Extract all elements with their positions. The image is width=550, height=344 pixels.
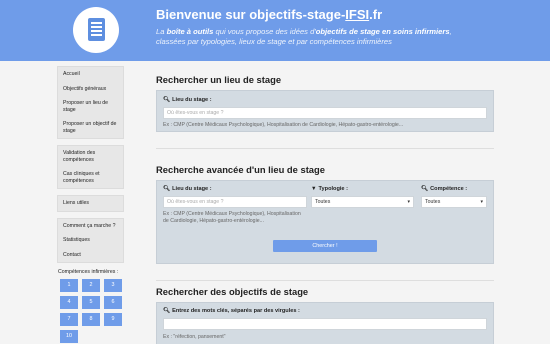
sidebar-item-validation[interactable]: Validation des compétences xyxy=(58,146,123,167)
nav-group-info: Comment ça marche ? Statistiques Contact xyxy=(57,217,124,263)
divider xyxy=(156,280,494,281)
skill-button-7[interactable]: 7 xyxy=(60,313,78,326)
sidebar-item-statistiques[interactable]: Statistiques xyxy=(58,233,123,248)
skill-button-6[interactable]: 6 xyxy=(104,296,122,309)
competence-select[interactable]: Toutes ▾ xyxy=(421,196,487,208)
skill-button-5[interactable]: 5 xyxy=(82,296,100,309)
sidebar-item-contact[interactable]: Contact xyxy=(58,248,123,263)
skill-button-10[interactable]: 10 xyxy=(60,330,78,343)
sidebar-item-proposer-objectif[interactable]: Proposer un objectif de stage xyxy=(58,117,123,138)
place-hint: Ex : CMP (Centre Médicaux Psychologique)… xyxy=(163,122,404,128)
search-icon: 🔍︎ xyxy=(163,308,171,314)
skill-button-9[interactable]: 9 xyxy=(104,313,122,326)
skill-button-3[interactable]: 3 xyxy=(104,279,122,292)
advanced-place-input[interactable]: Où êtes-vous en stage ? xyxy=(163,196,307,208)
sidebar-item-proposer-lieu[interactable]: Proposer un lieu de stage xyxy=(58,96,123,117)
chevron-down-icon: ▾ xyxy=(480,199,483,205)
advanced-place-label: 🔍︎ Lieu du stage : xyxy=(163,186,212,192)
sidebar-item-objectifs-generaux[interactable]: Objectifs généraux xyxy=(58,82,123,97)
search-place-panel: 🔍︎ Lieu du stage : Où êtes-vous en stage … xyxy=(156,90,494,132)
filter-icon: ▼ xyxy=(311,186,317,192)
competence-label: 🔍︎ Compétence : xyxy=(421,186,468,192)
advanced-search-panel: 🔍︎ Lieu du stage : Où êtes-vous en stage … xyxy=(156,180,494,264)
sidebar-item-comment[interactable]: Comment ça marche ? xyxy=(58,219,123,234)
brand-name: IFSI xyxy=(345,7,370,22)
advanced-place-hint: Ex : CMP (Centre Médicaux Psychologique)… xyxy=(163,211,301,224)
typology-select[interactable]: Toutes ▾ xyxy=(311,196,414,208)
section-title-avancee: Recherche avancée d'un lieu de stage xyxy=(156,164,325,175)
site-tagline: La boîte à outils qui vous propose des i… xyxy=(156,27,452,46)
search-button[interactable]: Chercher ! xyxy=(273,240,377,252)
divider xyxy=(156,148,494,149)
keywords-hint: Ex : "réfection, pansement" xyxy=(163,334,226,340)
place-label: 🔍︎ Lieu du stage : xyxy=(163,97,212,103)
nav-group-competences: Validation des compétences Cas cliniques… xyxy=(57,145,124,189)
skill-button-2[interactable]: 2 xyxy=(82,279,100,292)
sidebar-item-accueil[interactable]: Accueil xyxy=(58,67,123,82)
nav-group-main: Accueil Objectifs généraux Proposer un l… xyxy=(57,66,124,139)
checklist-document-icon xyxy=(88,18,105,41)
keywords-search-panel: 🔍︎ Entrez des mots clés, séparés par des … xyxy=(156,302,494,344)
sidebar-item-cas-cliniques[interactable]: Cas cliniques et compétences xyxy=(58,167,123,188)
skills-grid: 1 2 3 4 5 6 7 8 9 10 xyxy=(60,279,124,343)
place-search-input[interactable]: Où êtes-vous en stage ? xyxy=(163,107,487,119)
section-title-lieu: Rechercher un lieu de stage xyxy=(156,74,282,85)
search-icon: 🔍︎ xyxy=(421,186,429,192)
skill-button-1[interactable]: 1 xyxy=(60,279,78,292)
keywords-label: 🔍︎ Entrez des mots clés, séparés par des … xyxy=(163,308,300,314)
typology-label: ▼ Typologie : xyxy=(311,186,348,192)
keywords-input[interactable] xyxy=(163,318,487,330)
site-header: Bienvenue sur objectifs-stage-IFSI.fr La… xyxy=(0,0,550,61)
skills-title: Compétences infirmières : xyxy=(58,269,119,275)
skill-button-8[interactable]: 8 xyxy=(82,313,100,326)
sidebar: Accueil Objectifs généraux Proposer un l… xyxy=(57,66,124,343)
section-title-objectifs: Rechercher des objectifs de stage xyxy=(156,286,309,297)
skill-button-4[interactable]: 4 xyxy=(60,296,78,309)
nav-group-liens: Liens utiles xyxy=(57,195,124,212)
search-icon: 🔍︎ xyxy=(163,97,171,103)
search-icon: 🔍︎ xyxy=(163,186,171,192)
chevron-down-icon: ▾ xyxy=(407,199,410,205)
site-title: Bienvenue sur objectifs-stage-IFSI.fr xyxy=(156,7,383,22)
sidebar-item-liens-utiles[interactable]: Liens utiles xyxy=(58,196,123,211)
site-logo[interactable] xyxy=(73,7,119,53)
